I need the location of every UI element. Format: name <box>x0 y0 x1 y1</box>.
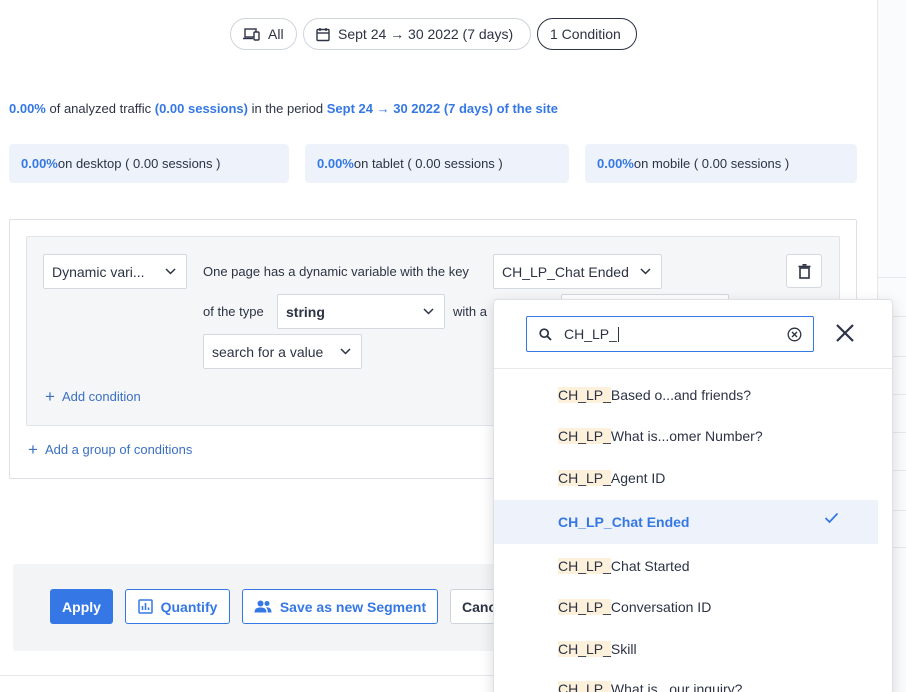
condition-filter-label: 1 Condition <box>550 26 621 42</box>
users-icon <box>254 600 272 613</box>
value-type-value: string <box>286 303 325 320</box>
condition-type-select[interactable]: Dynamic vari... <box>43 254 187 289</box>
option-match: CH_LP_ <box>558 558 611 574</box>
dropdown-option[interactable]: CH_LP_ Based o...and friends? <box>494 373 878 417</box>
key-select-value: CH_LP_Chat Ended <box>502 263 629 280</box>
stat-desktop: 0.00% on desktop ( 0.00 sessions ) <box>9 144 289 183</box>
calendar-icon <box>316 27 330 41</box>
stat-mobile: 0.00% on mobile ( 0.00 sessions ) <box>585 144 857 183</box>
stat-desktop-text: on desktop ( 0.00 sessions ) <box>57 156 221 171</box>
chevron-down-icon <box>165 268 176 275</box>
device-filter-pill[interactable]: All <box>230 18 297 50</box>
save-segment-button[interactable]: Save as new Segment <box>242 589 438 624</box>
trash-icon <box>798 263 810 279</box>
option-rest: Based o...and friends? <box>610 387 752 403</box>
key-dropdown: CH_LP_ CH_LP_ Based o...and friends? CH_L… <box>493 299 893 692</box>
stat-tablet-pct: 0.00% <box>317 156 354 171</box>
value-search-placeholder: search for a value <box>212 343 324 360</box>
condition-filter-pill[interactable]: 1 Condition <box>537 18 637 50</box>
stat-tablet-text: on tablet ( 0.00 sessions ) <box>353 156 503 171</box>
summary-text-2: in the period <box>247 101 327 116</box>
traffic-summary: 0.00% of analyzed traffic (0.00 sessions… <box>9 101 558 116</box>
chevron-down-icon <box>340 348 351 355</box>
quantify-button[interactable]: Quantify <box>125 589 230 624</box>
value-search-select[interactable]: search for a value <box>203 334 362 369</box>
option-match: CH_LP_ <box>558 599 611 615</box>
dropdown-option-selected[interactable]: CH_LP_ Chat Ended <box>494 500 878 544</box>
option-match: CH_LP_ <box>558 470 611 486</box>
of-the-type-label: of the type <box>203 304 264 319</box>
cancel-label: Canc <box>462 598 497 615</box>
option-match: CH_LP_ <box>558 681 611 692</box>
stat-mobile-pct: 0.00% <box>597 156 634 171</box>
option-rest: What is...our inquiry? <box>610 681 743 692</box>
quantify-label: Quantify <box>160 598 218 615</box>
option-match: CH_LP_ <box>558 428 611 444</box>
option-rest: Chat Ended <box>611 514 690 530</box>
option-rest: Conversation ID <box>610 599 712 615</box>
value-type-select[interactable]: string <box>277 294 445 329</box>
close-icon[interactable] <box>834 322 856 344</box>
dropdown-divider <box>494 368 892 369</box>
clear-icon[interactable] <box>787 327 802 342</box>
text-cursor <box>617 326 619 342</box>
option-rest: Chat Started <box>610 558 690 574</box>
option-match: CH_LP_ <box>558 514 612 530</box>
chevron-down-icon <box>423 308 434 315</box>
stat-desktop-pct: 0.00% <box>21 156 58 171</box>
condition-type-value: Dynamic vari... <box>52 263 145 280</box>
condition-sentence: One page has a dynamic variable with the… <box>203 264 469 279</box>
add-group-link[interactable]: + Add a group of conditions <box>28 441 192 458</box>
save-segment-label: Save as new Segment <box>279 598 427 615</box>
option-match: CH_LP_ <box>558 387 611 403</box>
stat-mobile-text: on mobile ( 0.00 sessions ) <box>633 156 790 171</box>
option-rest: Agent ID <box>610 470 666 486</box>
dropdown-option[interactable]: CH_LP_ What is...omer Number? <box>494 414 878 458</box>
with-a-label: with a <box>453 304 487 319</box>
dropdown-option[interactable]: CH_LP_ Conversation ID <box>494 585 878 629</box>
option-match: CH_LP_ <box>558 641 611 657</box>
add-condition-link[interactable]: + Add condition <box>45 388 141 405</box>
device-filter-label: All <box>268 26 284 42</box>
apply-label: Apply <box>62 598 101 615</box>
dropdown-option[interactable]: CH_LP_ Skill <box>494 627 878 671</box>
summary-pct: 0.00% <box>9 101 46 116</box>
apply-button[interactable]: Apply <box>50 589 113 624</box>
summary-period: Sept 24 → 30 2022 (7 days) of the site <box>326 101 558 116</box>
key-search-input[interactable]: CH_LP_ <box>526 316 814 352</box>
delete-condition-button[interactable] <box>786 254 822 288</box>
dropdown-option[interactable]: CH_LP_ What is...our inquiry? <box>494 667 878 692</box>
plus-icon: + <box>28 440 38 459</box>
date-filter-pill[interactable]: Sept 24 → 30 2022 (7 days) <box>303 18 531 50</box>
dropdown-option[interactable]: CH_LP_ Chat Started <box>494 544 878 588</box>
dropdown-option[interactable]: CH_LP_ Agent ID <box>494 456 878 500</box>
option-rest: What is...omer Number? <box>610 428 763 444</box>
stat-tablet: 0.00% on tablet ( 0.00 sessions ) <box>305 144 569 183</box>
add-group-label: Add a group of conditions <box>44 442 193 457</box>
plus-icon: + <box>45 387 55 406</box>
add-condition-label: Add condition <box>61 389 141 404</box>
date-filter-label: Sept 24 → 30 2022 (7 days) <box>338 26 514 42</box>
bar-chart-icon <box>137 599 153 614</box>
devices-icon <box>243 28 260 41</box>
chevron-down-icon <box>640 268 651 275</box>
key-search-value: CH_LP_ <box>564 326 617 342</box>
summary-text-1: of analyzed traffic <box>45 101 155 116</box>
checkmark-icon <box>824 512 839 524</box>
search-icon <box>539 327 552 341</box>
key-select[interactable]: CH_LP_Chat Ended <box>493 254 662 289</box>
option-rest: Skill <box>610 641 637 657</box>
summary-sessions: (0.00 sessions) <box>154 101 248 116</box>
